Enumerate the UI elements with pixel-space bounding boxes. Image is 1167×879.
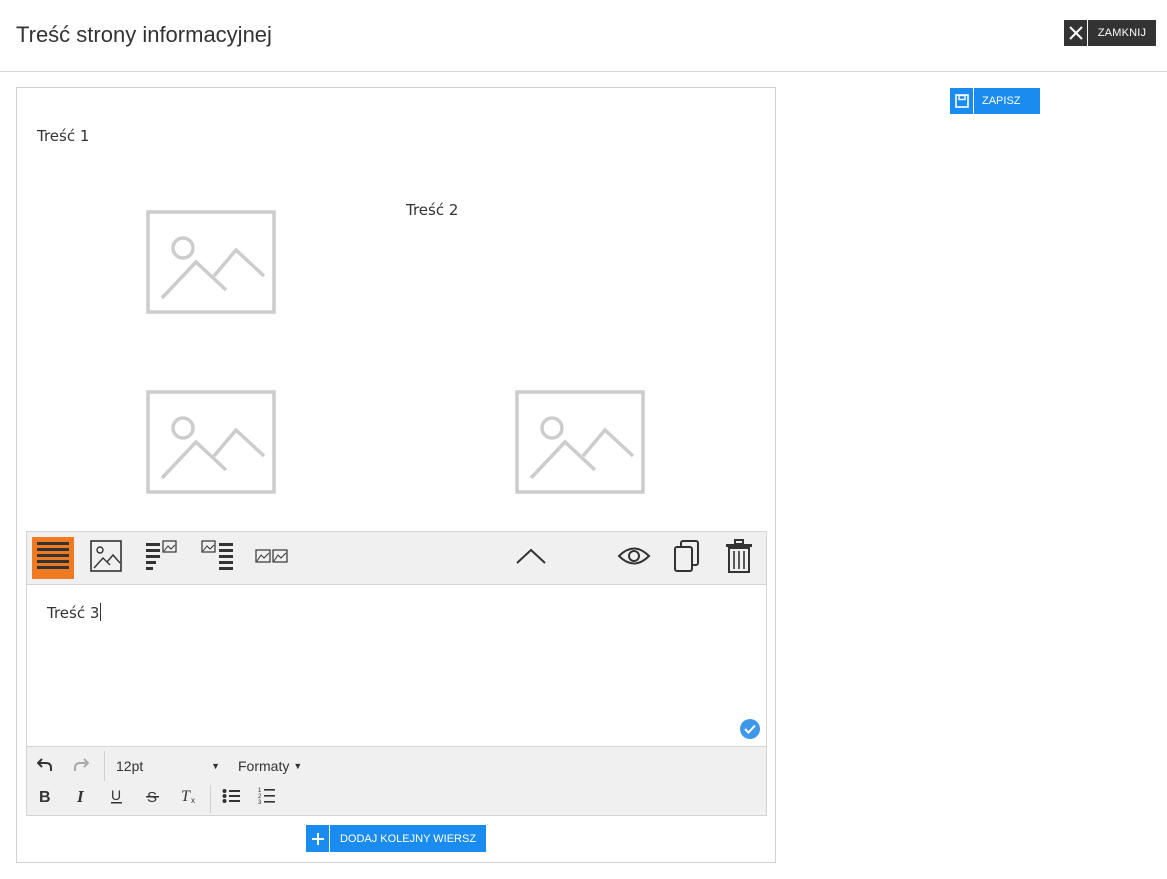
duplicate-button[interactable] — [667, 537, 707, 579]
redo-icon — [73, 757, 90, 776]
dropdown-arrow-icon: ▼ — [293, 761, 303, 771]
save-button-label: ZAPISZ — [982, 95, 1021, 107]
layout-text-button[interactable] — [32, 537, 74, 579]
layout-image-button[interactable] — [87, 537, 125, 579]
clear-formatting-icon: Tx — [180, 788, 198, 808]
preview-button[interactable] — [614, 537, 654, 579]
formats-dropdown[interactable]: Formaty ▼ — [238, 753, 308, 779]
block-toolbar — [26, 531, 767, 585]
numbered-list-icon: 123 — [258, 787, 276, 809]
editor-text: Treść 3 — [47, 604, 100, 622]
undo-button[interactable] — [32, 753, 58, 779]
layout-text-image-button[interactable] — [142, 537, 182, 579]
editor-panel: Treść 1 Treść 2 Treść 3 12pt ▼ Formaty ▼… — [16, 87, 776, 863]
svg-text:B: B — [39, 789, 51, 804]
text-caret — [100, 603, 102, 621]
font-size-value: 12pt — [116, 758, 144, 774]
svg-text:U: U — [111, 788, 121, 803]
svg-text:3: 3 — [258, 800, 262, 805]
font-size-select[interactable]: 12pt ▼ — [116, 753, 220, 779]
underline-button[interactable]: U — [104, 785, 130, 811]
layout-two-images-button[interactable] — [252, 537, 292, 579]
strikethrough-button[interactable]: S — [140, 785, 166, 811]
editor-content[interactable]: Treść 3 — [47, 603, 102, 622]
check-icon — [740, 719, 760, 739]
floppy-disk-icon — [950, 88, 974, 114]
layout-image-text-button[interactable] — [197, 537, 237, 579]
close-button[interactable]: ZAMKNIJ — [1064, 20, 1156, 46]
copy-icon — [673, 539, 701, 577]
image-placeholder-icon[interactable] — [146, 390, 276, 494]
bold-icon: B — [38, 788, 52, 808]
text-layout-icon — [36, 539, 70, 577]
formats-label: Formaty — [238, 758, 290, 774]
bullet-list-icon — [222, 788, 240, 808]
save-button[interactable]: ZAPISZ — [950, 88, 1040, 114]
italic-button[interactable]: I — [69, 785, 95, 811]
toolbar-separator — [210, 785, 211, 813]
page-title: Treść strony informacyjnej — [16, 22, 272, 47]
undo-icon — [36, 757, 53, 776]
text-image-layout-icon — [144, 539, 180, 577]
svg-text:x: x — [191, 796, 195, 804]
image-text-layout-icon — [199, 539, 235, 577]
plus-icon — [306, 825, 330, 852]
image-placeholder-icon[interactable] — [515, 390, 645, 494]
strikethrough-icon: S — [146, 788, 160, 808]
two-images-layout-icon — [254, 539, 290, 577]
header: Treść strony informacyjnej ZAMKNIJ — [0, 0, 1167, 72]
image-layout-icon — [89, 539, 123, 577]
move-up-button[interactable] — [511, 537, 551, 579]
content-block-2[interactable]: Treść 2 — [406, 201, 458, 219]
dropdown-arrow-icon: ▼ — [211, 761, 220, 771]
add-row-label: DODAJ KOLEJNY WIERSZ — [339, 832, 477, 845]
clear-formatting-button[interactable]: Tx — [176, 785, 202, 811]
eye-icon — [617, 545, 651, 571]
trash-icon — [725, 539, 753, 577]
rich-text-editor[interactable]: Treść 3 — [26, 585, 767, 747]
close-button-label: ZAMKNIJ — [1097, 27, 1147, 39]
numbered-list-button[interactable]: 123 — [254, 785, 280, 811]
redo-button[interactable] — [68, 753, 94, 779]
svg-text:T: T — [181, 788, 191, 804]
close-icon — [1064, 20, 1088, 46]
delete-button[interactable] — [719, 537, 759, 579]
format-toolbar: 12pt ▼ Formaty ▼ B I U S T x 1 2 3 — [26, 746, 767, 816]
bold-button[interactable]: B — [32, 785, 58, 811]
svg-text:I: I — [76, 788, 85, 804]
content-block-1[interactable]: Treść 1 — [37, 127, 89, 145]
image-placeholder-icon[interactable] — [146, 210, 276, 314]
chevron-up-icon — [515, 546, 547, 570]
add-row-button[interactable]: DODAJ KOLEJNY WIERSZ — [306, 825, 486, 852]
underline-icon: U — [110, 787, 124, 808]
toolbar-separator — [104, 751, 105, 781]
italic-icon: I — [75, 787, 89, 808]
bullet-list-button[interactable] — [218, 785, 244, 811]
